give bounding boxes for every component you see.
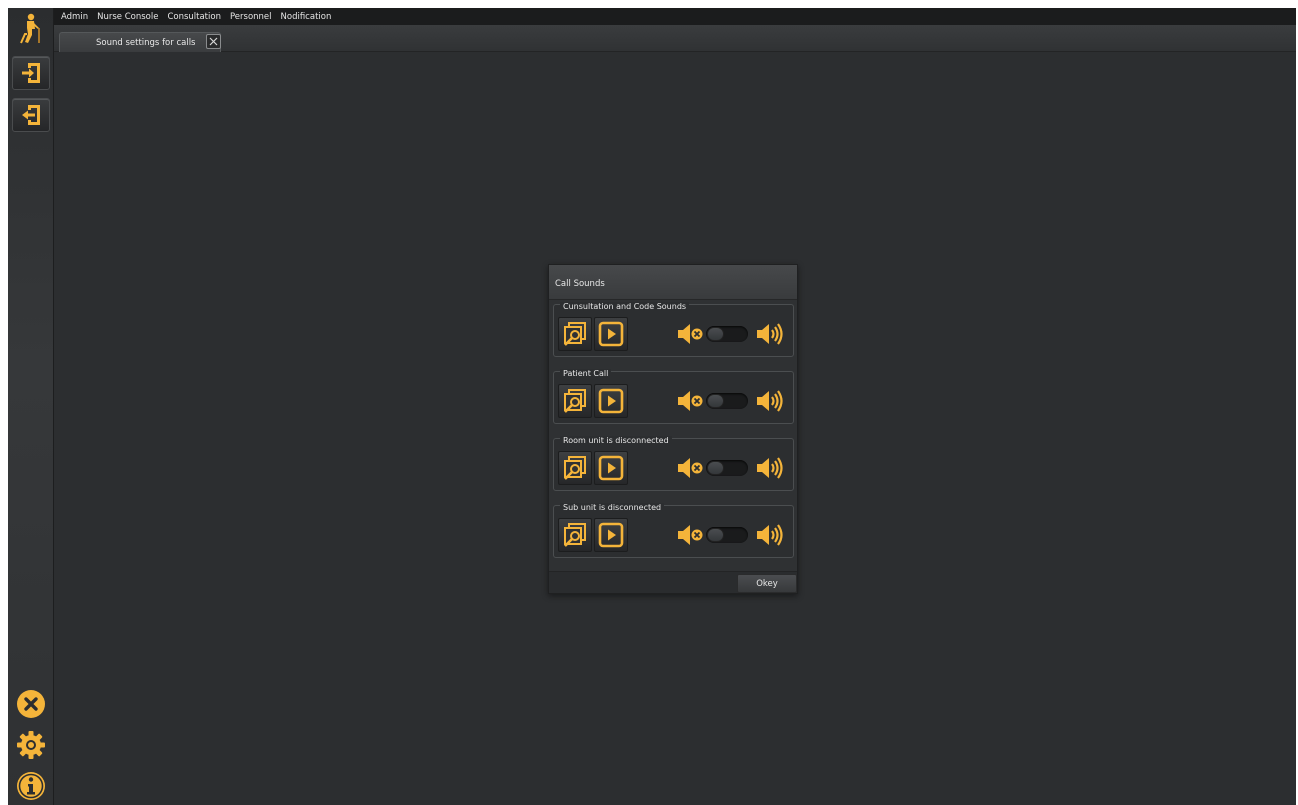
sound-toggle[interactable]: [706, 393, 748, 409]
play-icon: [598, 388, 624, 414]
browse-sound-button[interactable]: [558, 317, 592, 351]
play-sound-button[interactable]: [594, 518, 628, 552]
browse-sound-button[interactable]: [558, 384, 592, 418]
close-app-button[interactable]: [12, 687, 50, 721]
call-sounds-dialog: Call Sounds Cunsultation and Code Sounds: [548, 264, 798, 594]
gear-icon: [17, 731, 45, 759]
tab-close-button[interactable]: [206, 34, 221, 49]
tab-sound-settings[interactable]: Sound settings for calls: [59, 32, 221, 52]
menu-item-personnel[interactable]: Personnel: [230, 12, 272, 22]
group-title: Room unit is disconnected: [560, 436, 672, 446]
mute-icon: [678, 324, 703, 344]
volume-icon: [757, 390, 783, 412]
toggle-knob: [707, 394, 724, 408]
tab-strip: Sound settings for calls: [54, 25, 1296, 52]
sound-group-room-unit: Room unit is disconnected: [553, 436, 794, 491]
browse-sound-button[interactable]: [558, 518, 592, 552]
sound-toggle[interactable]: [706, 326, 748, 342]
play-sound-button[interactable]: [594, 384, 628, 418]
login-icon: [22, 63, 40, 83]
play-icon: [598, 455, 624, 481]
sound-toggle[interactable]: [706, 527, 748, 543]
browse-file-icon: [564, 456, 586, 480]
play-icon: [598, 321, 624, 347]
play-sound-button[interactable]: [594, 451, 628, 485]
sound-group-patient-call: Patient Call: [553, 369, 794, 424]
volume-icon: [757, 524, 783, 546]
volume-icon: [757, 457, 783, 479]
volume-icon: [757, 323, 783, 345]
settings-button[interactable]: [12, 728, 50, 762]
dialog-title: Call Sounds: [555, 279, 605, 289]
mute-icon: [678, 458, 703, 478]
app-window: Admin Nurse Console Consultation Personn…: [8, 8, 1296, 805]
mute-icon: [678, 391, 703, 411]
group-title: Patient Call: [560, 369, 612, 379]
toggle-knob: [707, 327, 724, 341]
logout-button[interactable]: [12, 98, 50, 132]
mute-icon: [678, 525, 703, 545]
group-title: Sub unit is disconnected: [560, 503, 665, 513]
menu-bar: Admin Nurse Console Consultation Personn…: [54, 8, 1296, 25]
play-sound-button[interactable]: [594, 317, 628, 351]
menu-item-consultation[interactable]: Consultation: [167, 12, 221, 22]
login-button[interactable]: [12, 56, 50, 90]
logout-icon: [22, 105, 40, 125]
okey-button[interactable]: Okey: [737, 574, 797, 593]
browse-file-icon: [564, 322, 586, 346]
browse-sound-button[interactable]: [558, 451, 592, 485]
toggle-knob: [707, 461, 724, 475]
menu-item-nurse-console[interactable]: Nurse Console: [97, 12, 158, 22]
browse-file-icon: [564, 523, 586, 547]
browse-file-icon: [564, 389, 586, 413]
close-circle-icon: [17, 690, 45, 718]
menu-item-notification[interactable]: Nodification: [281, 12, 332, 22]
home-button[interactable]: [12, 11, 50, 45]
sound-group-consultation: Cunsultation and Code Sounds: [553, 302, 794, 357]
dialog-title-bar: Call Sounds: [549, 265, 797, 300]
play-icon: [598, 522, 624, 548]
toggle-knob: [707, 528, 724, 542]
menu-item-admin[interactable]: Admin: [61, 12, 88, 22]
left-toolbar: [8, 8, 54, 805]
info-icon: [17, 772, 45, 800]
info-button[interactable]: [12, 769, 50, 803]
dialog-footer: Okey: [549, 571, 797, 593]
group-title: Cunsultation and Code Sounds: [560, 302, 690, 312]
sound-toggle[interactable]: [706, 460, 748, 476]
tab-label: Sound settings for calls: [96, 38, 196, 48]
person-cane-icon: [20, 13, 40, 44]
sound-group-sub-unit: Sub unit is disconnected: [553, 503, 794, 558]
close-icon: [209, 37, 218, 46]
